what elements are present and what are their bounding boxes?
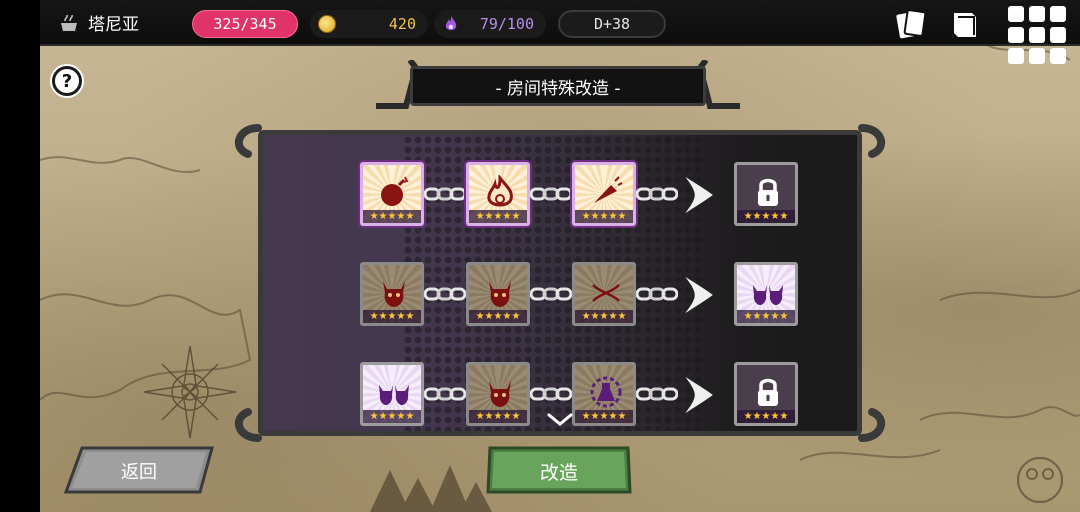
- chain-link-icon: [424, 387, 466, 401]
- demon-icon: [383, 281, 405, 307]
- reform-tile-2-3[interactable]: ★★★★★: [572, 262, 636, 326]
- reform-result-3[interactable]: ★★★★★: [734, 362, 798, 426]
- star-rating: ★★★★★: [737, 310, 795, 323]
- gold-value: 420: [388, 15, 416, 33]
- arrow-right-icon: [681, 273, 716, 317]
- top-bar: 塔尼亚 325/345 420 79/100 D+38: [40, 0, 1080, 64]
- arrow-right-icon: [681, 173, 716, 217]
- reform-result-2[interactable]: ★★★★★: [734, 262, 798, 326]
- star-rating: ★★★★★: [737, 410, 795, 423]
- star-rating: ★★★★★: [469, 210, 527, 223]
- star-rating: ★★★★★: [575, 210, 633, 223]
- star-rating: ★★★★★: [575, 310, 633, 323]
- star-rating: ★★★★★: [737, 210, 795, 223]
- bomb-icon: [381, 176, 409, 206]
- left-edge: [0, 0, 40, 512]
- chain-link-icon: [424, 187, 466, 201]
- flask-gear-icon: [590, 376, 622, 408]
- reform-tile-1-1[interactable]: ★★★★★: [360, 162, 424, 226]
- coin-icon: [318, 15, 336, 33]
- horn-icon: [594, 176, 623, 203]
- reform-tile-3-3[interactable]: ★★★★★: [572, 362, 636, 426]
- demon-icon: [489, 381, 511, 407]
- day-value: D+38: [593, 15, 631, 33]
- arrow-right-icon: [681, 373, 716, 417]
- twin-demon-icon: [753, 285, 783, 305]
- star-rating: ★★★★★: [575, 410, 633, 423]
- demon-icon: [489, 281, 511, 307]
- chain-link-icon: [636, 287, 678, 301]
- day-counter: D+38: [558, 10, 666, 38]
- chain-link-icon: [424, 287, 466, 301]
- chain-link-icon: [636, 387, 678, 401]
- reform-tile-2-1[interactable]: ★★★★★: [360, 262, 424, 326]
- back-button[interactable]: 返回: [62, 444, 216, 496]
- twin-demon-icon: [379, 385, 409, 405]
- gold-counter: 420: [310, 10, 428, 38]
- reform-result-1[interactable]: ★★★★★: [734, 162, 798, 226]
- chain-link-icon: [530, 387, 572, 401]
- star-rating: ★★★★★: [469, 310, 527, 323]
- star-rating: ★★★★★: [363, 310, 421, 323]
- page-title: - 房间特殊改造 -: [410, 66, 706, 106]
- grid-menu-icon[interactable]: [1008, 6, 1066, 64]
- help-icon[interactable]: ?: [52, 66, 82, 96]
- book-icon[interactable]: [950, 7, 984, 41]
- chain-link-icon: [530, 287, 572, 301]
- reform-tile-3-1[interactable]: ★★★★★: [360, 362, 424, 426]
- star-rating: ★★★★★: [469, 410, 527, 423]
- flame-swirl-icon: [487, 175, 513, 207]
- lock-icon: [758, 178, 778, 206]
- chain-link-icon: [636, 187, 678, 201]
- lock-icon: [758, 378, 778, 406]
- mana-counter: 79/100: [434, 10, 546, 38]
- hp-counter: 325/345: [192, 10, 298, 38]
- chain-link-icon: [530, 187, 572, 201]
- chevron-down-icon[interactable]: [546, 412, 574, 428]
- star-rating: ★★★★★: [363, 210, 421, 223]
- back-button-label: 返回: [121, 462, 157, 483]
- location: 塔尼亚: [58, 10, 139, 35]
- reform-tile-1-2[interactable]: ★★★★★: [466, 162, 530, 226]
- mana-value: 79/100: [479, 15, 534, 33]
- reform-button-label: 改造: [539, 462, 578, 484]
- dna-icon: [592, 284, 620, 302]
- reform-button[interactable]: 改造: [484, 444, 634, 496]
- location-label: 塔尼亚: [88, 15, 139, 35]
- cauldron-icon: [61, 14, 77, 31]
- reform-tile-3-2[interactable]: ★★★★★: [466, 362, 530, 426]
- reform-tile-1-3[interactable]: ★★★★★: [572, 162, 636, 226]
- hp-value: 325/345: [213, 15, 277, 33]
- star-rating: ★★★★★: [363, 410, 421, 423]
- purple-flame-icon: [445, 16, 457, 30]
- reform-tile-2-2[interactable]: ★★★★★: [466, 262, 530, 326]
- cards-icon[interactable]: [894, 7, 928, 41]
